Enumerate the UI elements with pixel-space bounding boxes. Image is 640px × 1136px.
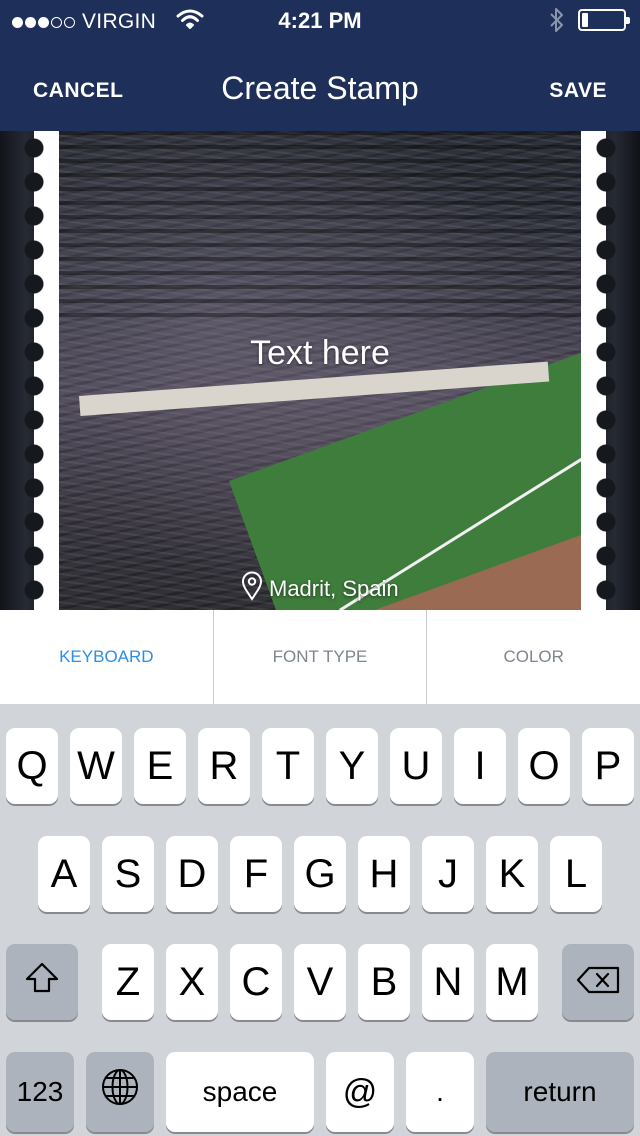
stamp-location-label: Madrit, Spain [269, 576, 399, 601]
space-key[interactable]: space [166, 1052, 314, 1132]
key-q[interactable]: Q [6, 728, 58, 804]
battery-nub [626, 17, 630, 24]
key-w[interactable]: W [70, 728, 122, 804]
key-y[interactable]: Y [326, 728, 378, 804]
key-a[interactable]: A [38, 836, 90, 912]
key-s[interactable]: S [102, 836, 154, 912]
key-v[interactable]: V [294, 944, 346, 1020]
key-d[interactable]: D [166, 836, 218, 912]
key-e[interactable]: E [134, 728, 186, 804]
tab-font-type[interactable]: FONT TYPE [212, 610, 427, 704]
top-bar: VIRGIN 4:21 PM CANCEL Create Stamp SAVE [0, 0, 640, 131]
delete-key[interactable] [562, 944, 634, 1020]
tab-color[interactable]: COLOR [426, 610, 640, 704]
key-o[interactable]: O [518, 728, 570, 804]
stamp-text[interactable]: Text here [59, 334, 581, 373]
key-n[interactable]: N [422, 944, 474, 1020]
key-r[interactable]: R [198, 728, 250, 804]
key-h[interactable]: H [358, 836, 410, 912]
period-key[interactable]: . [406, 1052, 474, 1132]
map-pin-icon [241, 571, 269, 607]
editor-tabs: KEYBOARD FONT TYPE COLOR [0, 610, 640, 704]
key-x[interactable]: X [166, 944, 218, 1020]
key-p[interactable]: P [582, 728, 634, 804]
globe-icon [100, 1067, 140, 1117]
globe-key[interactable] [86, 1052, 154, 1132]
page-title: Create Stamp [221, 70, 419, 106]
backspace-icon [575, 960, 621, 1005]
key-u[interactable]: U [390, 728, 442, 804]
at-key[interactable]: @ [326, 1052, 394, 1132]
key-g[interactable]: G [294, 836, 346, 912]
key-b[interactable]: B [358, 944, 410, 1020]
clock: 4:21 PM [278, 8, 362, 33]
tab-keyboard[interactable]: KEYBOARD [0, 610, 213, 704]
key-f[interactable]: F [230, 836, 282, 912]
stamp-perforation-right [595, 131, 617, 610]
key-z[interactable]: Z [102, 944, 154, 1020]
key-t[interactable]: T [262, 728, 314, 804]
keyboard: Q W E R T Y U I O P A S D F G H J K L Z … [0, 704, 640, 1136]
stamp-frame: Text here Madrit, Spain [23, 131, 617, 610]
stamp-location: Madrit, Spain [241, 571, 399, 607]
return-key[interactable]: return [486, 1052, 634, 1132]
key-l[interactable]: L [550, 836, 602, 912]
battery-icon [578, 9, 630, 31]
photo-stands [59, 131, 581, 321]
key-i[interactable]: I [454, 728, 506, 804]
save-button[interactable]: SAVE [549, 79, 607, 103]
key-c[interactable]: C [230, 944, 282, 1020]
key-m[interactable]: M [486, 944, 538, 1020]
stamp-perforation-left [23, 131, 45, 610]
shift-icon [24, 960, 60, 1005]
shift-key[interactable] [6, 944, 78, 1020]
numbers-key[interactable]: 123 [6, 1052, 74, 1132]
bluetooth-icon [548, 7, 566, 39]
stamp-preview-area: Text here Madrit, Spain [0, 131, 640, 610]
stamp-photo: Text here Madrit, Spain [59, 131, 581, 610]
key-j[interactable]: J [422, 836, 474, 912]
battery-level [582, 13, 588, 27]
status-bar: VIRGIN 4:21 PM [0, 0, 640, 40]
key-k[interactable]: K [486, 836, 538, 912]
